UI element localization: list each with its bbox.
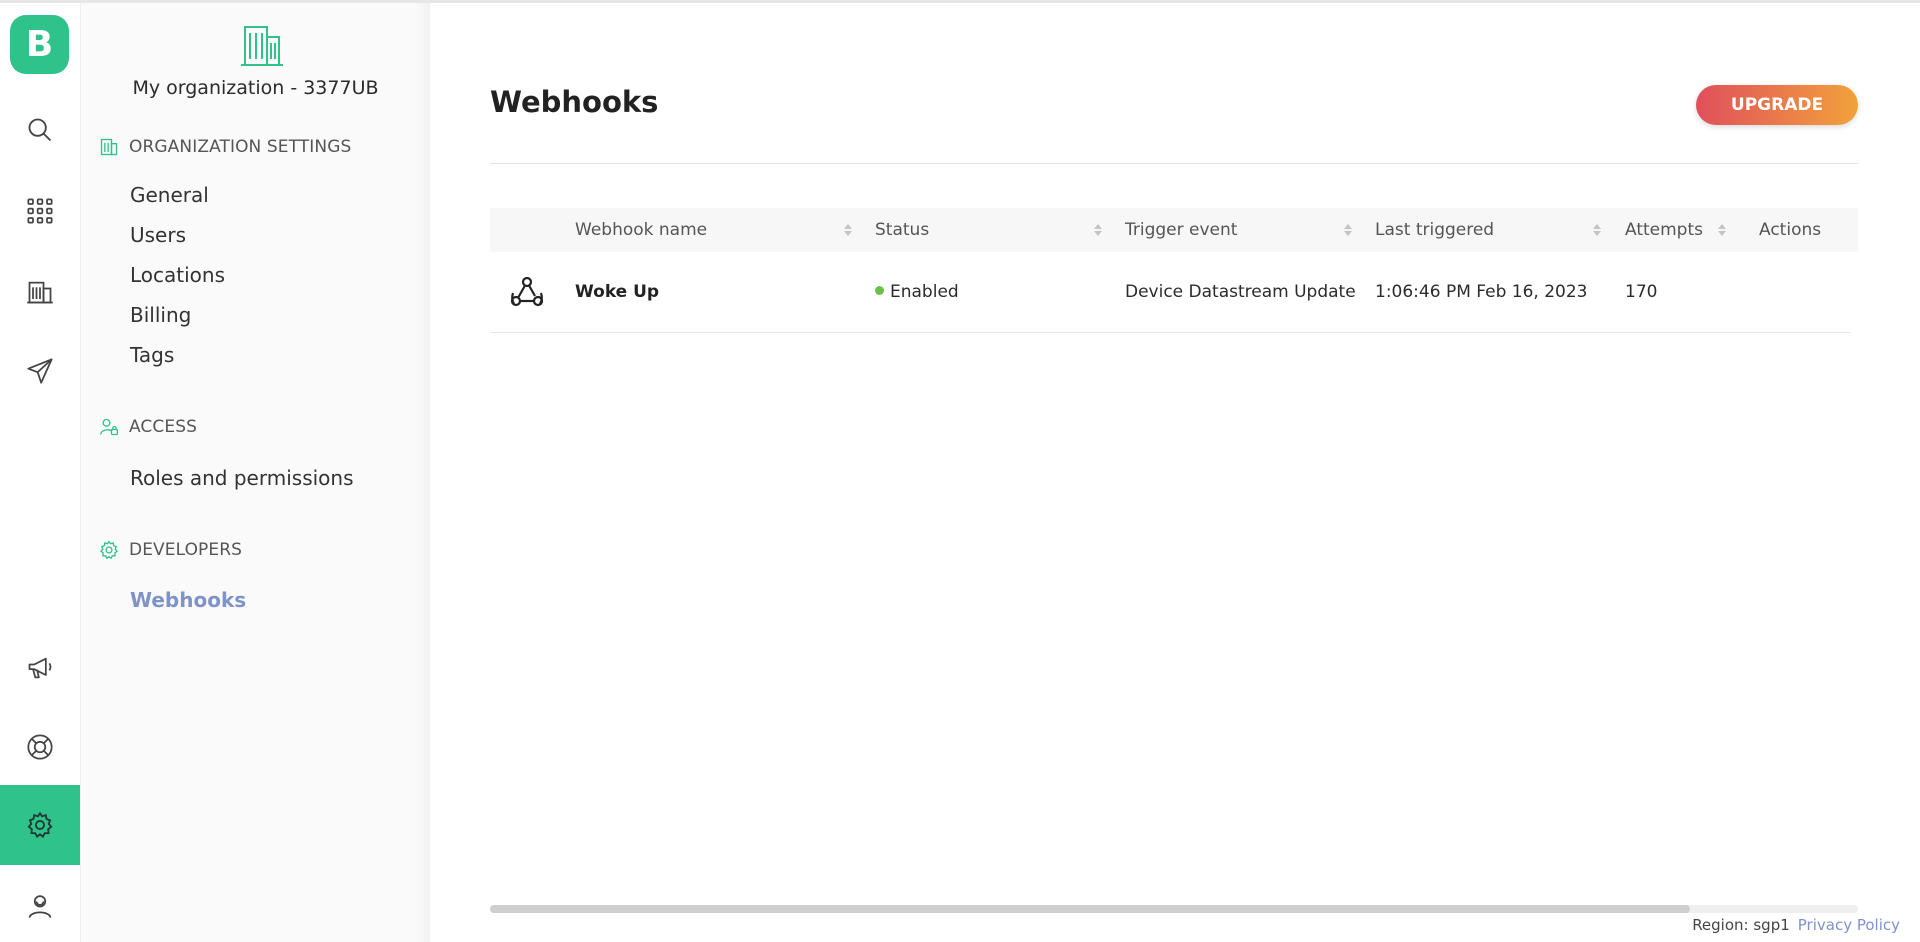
sidebar-item-roles-and-permissions[interactable]: Roles and permissions xyxy=(130,466,354,490)
settings-sidebar: My organization - 3377UB ORGANIZATION SE… xyxy=(81,3,430,942)
column-attempts[interactable]: Attempts xyxy=(1625,208,1703,252)
user-icon[interactable] xyxy=(0,878,80,934)
webhooks-table: Webhook name Status Trigger event Last t… xyxy=(490,208,1858,333)
send-icon[interactable] xyxy=(0,343,80,399)
table-header: Webhook name Status Trigger event Last t… xyxy=(490,208,1858,252)
sort-icon[interactable] xyxy=(843,223,853,237)
sidebar-item-webhooks[interactable]: Webhooks xyxy=(130,588,246,612)
status-text: Enabled xyxy=(890,282,959,302)
search-icon[interactable] xyxy=(0,102,80,158)
footer: Region: sgp1 Privacy Policy xyxy=(1692,916,1900,934)
megaphone-icon[interactable] xyxy=(0,640,80,696)
lifebuoy-icon[interactable] xyxy=(0,719,80,775)
app-logo[interactable]: B xyxy=(10,15,69,74)
sort-icon[interactable] xyxy=(1093,223,1103,237)
apps-grid-icon[interactable] xyxy=(0,183,80,239)
column-webhook-name[interactable]: Webhook name xyxy=(575,208,707,252)
sort-icon[interactable] xyxy=(1717,223,1727,237)
sort-icon[interactable] xyxy=(1592,223,1602,237)
page-title: Webhooks xyxy=(490,85,659,119)
section-title: ORGANIZATION SETTINGS xyxy=(129,137,352,157)
webhook-last-triggered: 1:06:46 PM Feb 16, 2023 xyxy=(1375,282,1588,302)
column-status[interactable]: Status xyxy=(875,208,929,252)
section-developers: DEVELOPERS xyxy=(99,540,242,560)
webhook-attempts: 170 xyxy=(1625,282,1658,302)
column-trigger-event[interactable]: Trigger event xyxy=(1125,208,1237,252)
webhook-trigger-event: Device Datastream Update xyxy=(1125,282,1356,302)
column-last-triggered[interactable]: Last triggered xyxy=(1375,208,1494,252)
horizontal-scrollbar[interactable] xyxy=(490,905,1858,913)
webhook-icon xyxy=(510,276,544,307)
section-access: ACCESS xyxy=(99,417,197,437)
privacy-policy-link[interactable]: Privacy Policy xyxy=(1798,916,1900,934)
main-content: Webhooks UPGRADE Webhook name Status Tri… xyxy=(430,3,1920,942)
section-title: DEVELOPERS xyxy=(129,540,243,560)
user-lock-icon xyxy=(100,418,118,436)
sidebar-item-locations[interactable]: Locations xyxy=(130,263,225,287)
column-actions: Actions xyxy=(1759,220,1822,240)
organization-name: My organization - 3377UB xyxy=(132,77,379,99)
table-row[interactable]: Woke Up Enabled Device Datastream Update… xyxy=(490,252,1850,333)
sidebar-shadow xyxy=(416,3,430,942)
sidebar-item-billing[interactable]: Billing xyxy=(130,303,191,327)
region-label: Region: sgp1 xyxy=(1692,916,1790,934)
building-icon xyxy=(100,138,118,156)
icon-rail: B xyxy=(0,3,81,942)
gear-icon xyxy=(100,540,118,560)
sidebar-item-tags[interactable]: Tags xyxy=(130,343,174,367)
gear-icon[interactable] xyxy=(0,785,80,865)
sidebar-item-users[interactable]: Users xyxy=(130,223,186,247)
scrollbar-thumb[interactable] xyxy=(490,905,1690,913)
section-title: ACCESS xyxy=(129,417,197,437)
header-divider xyxy=(490,163,1858,164)
organization-icon xyxy=(241,26,283,66)
status-dot xyxy=(875,285,884,295)
webhook-name[interactable]: Woke Up xyxy=(575,252,659,332)
upgrade-button[interactable]: UPGRADE xyxy=(1696,85,1858,125)
webhook-status: Enabled xyxy=(875,252,959,332)
sidebar-item-general[interactable]: General xyxy=(130,183,209,207)
building-icon[interactable] xyxy=(0,264,80,320)
section-organization-settings: ORGANIZATION SETTINGS xyxy=(99,137,351,157)
sort-icon[interactable] xyxy=(1343,223,1353,237)
